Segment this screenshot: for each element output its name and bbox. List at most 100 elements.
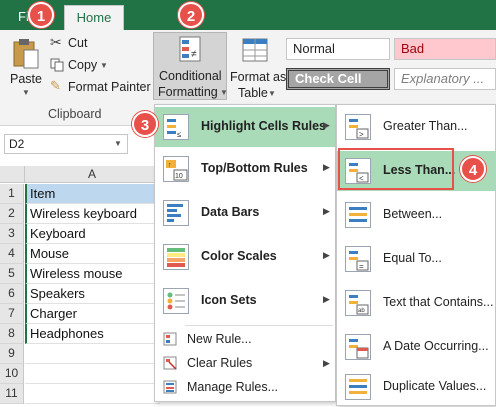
cut-button[interactable]: ✂ Cut	[50, 34, 100, 52]
row-number[interactable]: 5	[0, 264, 24, 284]
conditional-formatting-button[interactable]: ≠ Conditional Formatting ▼	[153, 32, 228, 100]
svg-text:>: >	[359, 130, 364, 139]
menu-item-manage-rules[interactable]: Manage Rules...	[155, 375, 335, 399]
table-row: 4 Mouse	[0, 244, 160, 264]
cell-a8[interactable]: Headphones	[25, 324, 160, 344]
menu-item-clear-rules[interactable]: Clear Rules ▶	[155, 351, 335, 375]
new-rule-label: New Rule...	[187, 332, 252, 346]
icon-sets-icon	[163, 288, 189, 314]
row-number[interactable]: 8	[0, 324, 24, 344]
menu-item-between[interactable]: Between...	[337, 195, 495, 235]
cut-label: Cut	[68, 36, 88, 50]
cell-a4[interactable]: Mouse	[25, 244, 160, 264]
new-rule-icon	[163, 332, 177, 346]
cell-a7[interactable]: Charger	[25, 304, 160, 324]
less-than-callout-box	[338, 148, 454, 190]
menu-item-date-occurring[interactable]: A Date Occurring...	[337, 327, 495, 367]
conditional-formatting-menu: ≤ Highlight Cells Rules ▶ ↑ 10 Top/Bottom…	[154, 104, 336, 402]
tab-home[interactable]: Home	[64, 5, 124, 31]
corner-select-all[interactable]	[0, 166, 25, 183]
chevron-right-icon: ▶	[323, 120, 330, 130]
format-as-table-icon	[242, 38, 268, 62]
row-number[interactable]: 10	[0, 364, 24, 384]
paste-button[interactable]: Paste ▼	[6, 34, 46, 97]
menu-divider	[185, 325, 333, 326]
cf-label-line2: Formatting	[158, 85, 218, 99]
style-normal[interactable]: Normal	[286, 38, 390, 60]
chevron-right-icon: ▶	[323, 250, 330, 260]
menu-item-color-scales[interactable]: Color Scales ▶	[155, 237, 335, 277]
table-row: 2 Wireless keyboard	[0, 204, 160, 224]
row-number[interactable]: 4	[0, 244, 24, 264]
table-row: 6 Speakers	[0, 284, 160, 304]
chevron-down-icon: ▼	[100, 61, 108, 70]
step-badge-4: 4	[460, 156, 486, 182]
manage-rules-label: Manage Rules...	[187, 380, 279, 394]
row-number[interactable]: 2	[0, 204, 24, 224]
menu-item-duplicate-values[interactable]: Duplicate Values...	[337, 367, 495, 407]
cell-a10[interactable]	[25, 364, 160, 384]
clear-rules-icon	[163, 356, 177, 370]
table-row: 7 Charger	[0, 304, 160, 324]
cell-a6[interactable]: Speakers	[25, 284, 160, 304]
duplicate-values-icon	[345, 374, 371, 400]
chevron-right-icon: ▶	[323, 162, 330, 172]
menu-item-top-bottom-rules[interactable]: ↑ 10 Top/Bottom Rules ▶	[155, 149, 335, 189]
svg-text:≤: ≤	[177, 130, 182, 139]
data-bars-label: Data Bars	[201, 205, 260, 219]
menu-item-equal-to[interactable]: = Equal To...	[337, 239, 495, 279]
chevron-down-icon: ▼	[22, 88, 30, 97]
svg-text:10: 10	[175, 173, 183, 180]
cell-a3[interactable]: Keyboard	[25, 224, 160, 244]
menu-item-new-rule[interactable]: New Rule...	[155, 327, 335, 351]
menu-item-greater-than[interactable]: > Greater Than...	[337, 107, 495, 147]
cell-a2[interactable]: Wireless keyboard	[25, 204, 160, 224]
row-number[interactable]: 9	[0, 344, 24, 364]
top-bottom-icon: ↑ 10	[163, 156, 189, 182]
chevron-right-icon: ▶	[323, 358, 330, 368]
icon-sets-label: Icon Sets	[201, 293, 257, 307]
format-painter-button[interactable]: ✎ Format Painter	[50, 78, 151, 96]
fat-label-line1: Format as	[230, 70, 287, 84]
style-check-cell[interactable]: Check Cell	[286, 68, 390, 90]
row-number[interactable]: 7	[0, 304, 24, 324]
chevron-right-icon: ▶	[323, 206, 330, 216]
copy-button[interactable]: Copy ▼	[50, 56, 110, 74]
format-as-table-button[interactable]: Format as Table ▼	[228, 34, 287, 100]
name-box[interactable]: D2	[4, 134, 128, 154]
clipboard-group-label: Clipboard	[48, 107, 102, 121]
equal-to-label: Equal To...	[383, 251, 442, 265]
row-number[interactable]: 11	[0, 384, 24, 404]
between-icon	[345, 202, 371, 228]
menu-item-data-bars[interactable]: Data Bars ▶	[155, 193, 335, 233]
duplicate-values-label: Duplicate Values...	[383, 379, 487, 393]
fat-label-line2: Table	[238, 86, 268, 100]
row-number[interactable]: 3	[0, 224, 24, 244]
style-bad[interactable]: Bad	[394, 38, 496, 60]
cell-a9[interactable]	[25, 344, 160, 364]
svg-text:↑: ↑	[168, 162, 172, 169]
scissors-icon: ✂	[50, 34, 62, 50]
svg-text:≠: ≠	[191, 49, 197, 60]
top-bottom-label: Top/Bottom Rules	[201, 161, 308, 175]
table-row: 5 Wireless mouse	[0, 264, 160, 284]
greater-than-icon: >	[345, 114, 371, 140]
menu-item-text-contains[interactable]: ab Text that Contains...	[337, 283, 495, 323]
table-row: 3 Keyboard	[0, 224, 160, 244]
chevron-down-icon: ▼	[220, 88, 228, 97]
cell-a11[interactable]	[25, 384, 160, 404]
menu-item-icon-sets[interactable]: Icon Sets ▶	[155, 281, 335, 321]
row-number[interactable]: 1	[0, 184, 24, 204]
column-header-a[interactable]: A	[25, 166, 160, 183]
highlight-cells-label: Highlight Cells Rules	[201, 119, 327, 133]
menu-item-highlight-cells-rules[interactable]: ≤ Highlight Cells Rules ▶	[155, 107, 335, 147]
date-occurring-icon	[345, 334, 371, 360]
table-row: 10	[0, 364, 160, 384]
row-number[interactable]: 6	[0, 284, 24, 304]
cell-a1[interactable]: Item	[25, 184, 160, 204]
svg-text:ab: ab	[358, 308, 365, 314]
between-label: Between...	[383, 207, 443, 221]
cell-a5[interactable]: Wireless mouse	[25, 264, 160, 284]
cf-label-line1: Conditional	[159, 69, 222, 83]
style-explanatory[interactable]: Explanatory ...	[394, 68, 496, 90]
